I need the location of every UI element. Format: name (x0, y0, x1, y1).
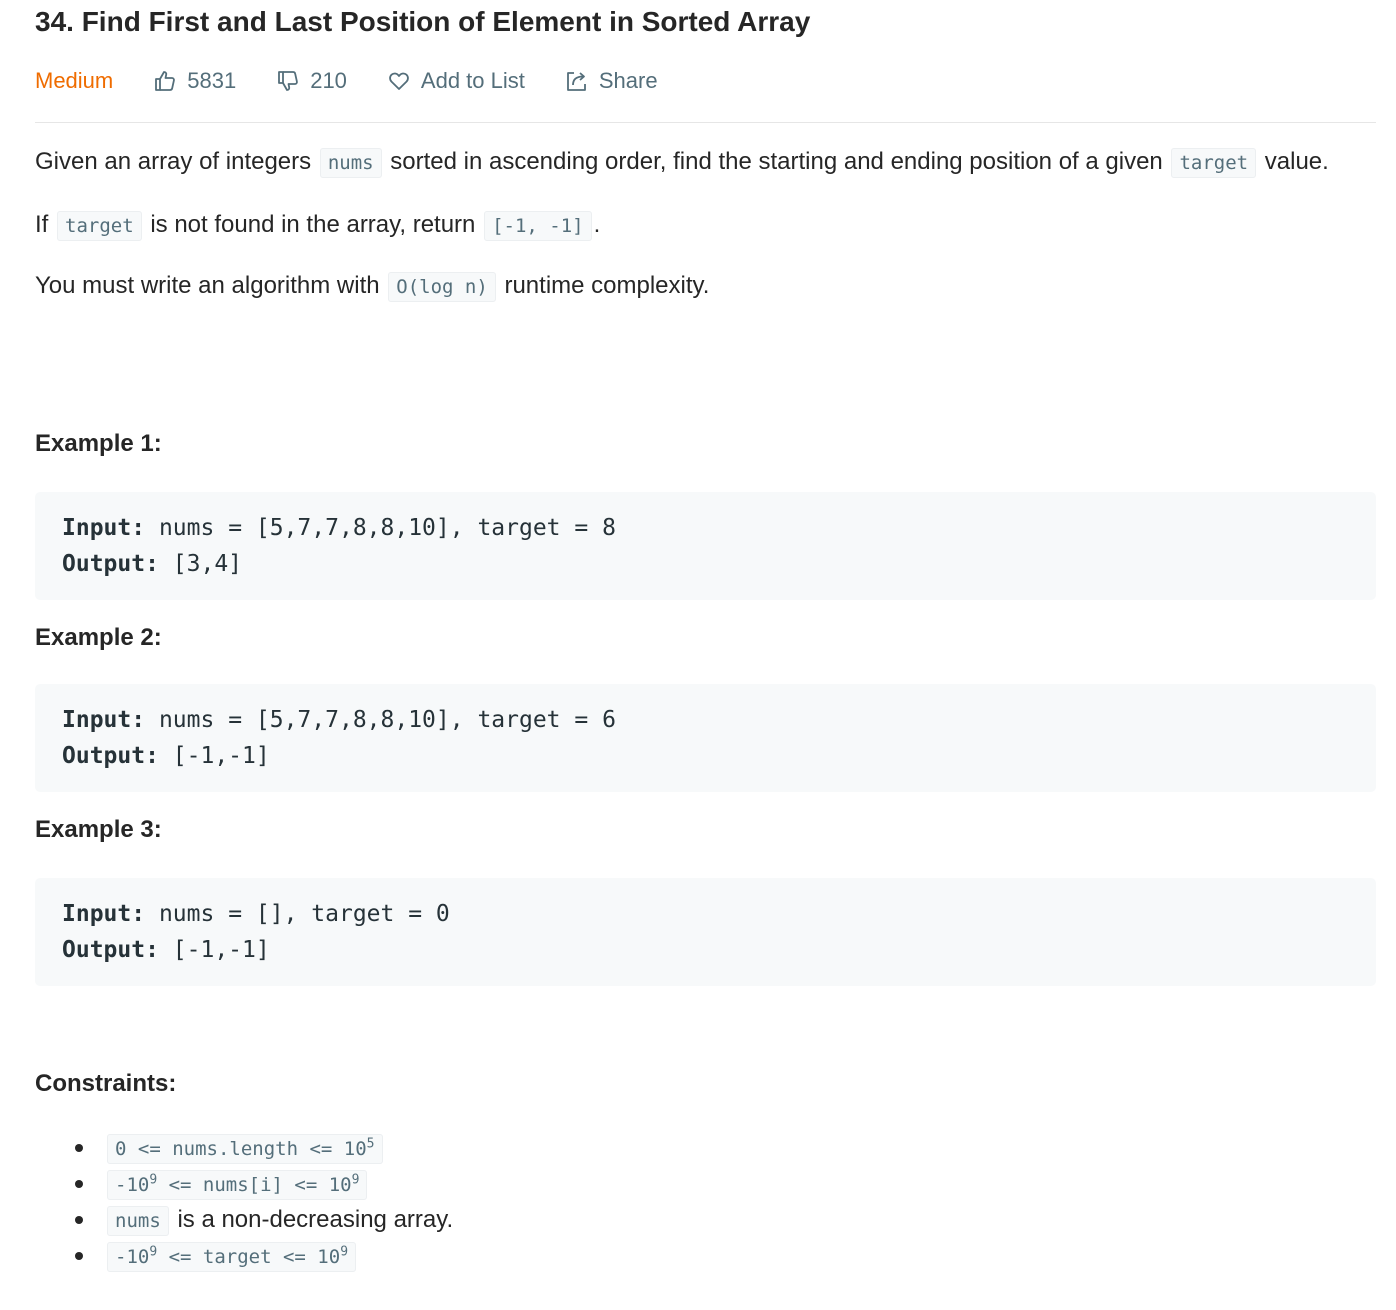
output-label: Output: (62, 743, 159, 769)
example-1-title: Example 1: (35, 430, 162, 457)
input-label: Input: (62, 707, 146, 733)
example-2-block: Input: nums = [5,7,7,8,8,10], target = 6… (35, 684, 1376, 792)
dislike-button[interactable]: 210 (276, 68, 347, 94)
add-to-list-button[interactable]: Add to List (387, 68, 525, 94)
output-label: Output: (62, 551, 159, 577)
inline-code-nums: nums (107, 1206, 169, 1236)
share-label: Share (598, 68, 658, 93)
input-label: Input: (62, 515, 146, 541)
constraints-title: Constraints: (35, 1070, 177, 1097)
inline-code-target: target (1171, 148, 1257, 178)
inline-code-target: target (57, 211, 142, 241)
example-1-block: Input: nums = [5,7,7,8,8,10], target = 8… (35, 492, 1376, 600)
inline-code-nums: nums (319, 148, 382, 178)
bullet (75, 1180, 83, 1188)
example-3-block: Input: nums = [], target = 0 Output: [-1… (35, 878, 1376, 986)
text: If (35, 211, 49, 238)
likes-count: 5831 (187, 68, 237, 93)
example-output: [-1,-1] (172, 937, 270, 963)
text: is not found in the array, return (150, 211, 476, 238)
thumbs-up-icon (155, 71, 176, 91)
constraint-item: -109 <= nums[i] <= 109 (35, 1166, 453, 1202)
share-button[interactable]: Share (565, 68, 658, 94)
description-paragraph-1: Given an array of integers nums sorted i… (35, 144, 1335, 181)
header-divider (35, 122, 1376, 123)
constraint-code: 0 <= nums.length <= 105 (107, 1134, 383, 1164)
dislikes-count: 210 (310, 68, 347, 93)
difficulty-label: Medium (35, 68, 114, 93)
problem-title: 34. Find First and Last Position of Elem… (35, 6, 811, 37)
text: value. (1264, 148, 1329, 175)
bullet (75, 1144, 83, 1152)
bullet (75, 1252, 83, 1260)
example-input: nums = [5,7,7,8,8,10], target = 6 (158, 707, 616, 733)
problem-meta-bar: Medium 5831 210 Add to List Share (35, 64, 698, 98)
problem-description: Given an array of integers nums sorted i… (35, 144, 1376, 305)
like-button[interactable]: 5831 (153, 68, 236, 94)
description-paragraph-3: You must write an algorithm with O(log n… (35, 268, 1376, 305)
thumbs-down-icon (278, 71, 299, 91)
constraint-code: -109 <= nums[i] <= 109 (107, 1170, 368, 1200)
example-output: [-1,-1] (172, 743, 270, 769)
heart-icon (389, 72, 409, 90)
constraint-code: -109 <= target <= 109 (107, 1242, 357, 1272)
example-input: nums = [], target = 0 (158, 901, 450, 927)
example-input: nums = [5,7,7,8,8,10], target = 8 (158, 515, 616, 541)
description-paragraph-2: If target is not found in the array, ret… (35, 207, 1376, 244)
inline-code-complexity: O(log n) (388, 272, 496, 302)
example-2-title: Example 2: (35, 624, 162, 651)
constraint-item: nums is a non-decreasing array. (35, 1202, 453, 1238)
text: You must write an algorithm with (35, 272, 380, 299)
add-to-list-label: Add to List (420, 68, 525, 93)
text: . (593, 211, 601, 238)
text: Given an array of integers (35, 148, 312, 175)
constraint-text: is a non-decreasing array. (177, 1206, 454, 1233)
share-icon (566, 72, 586, 91)
input-label: Input: (62, 901, 146, 927)
inline-code-return-value: [-1, -1] (484, 211, 592, 241)
constraint-item: -109 <= target <= 109 (35, 1238, 453, 1274)
text: runtime complexity. (504, 272, 710, 299)
output-label: Output: (62, 937, 159, 963)
constraints-list: 0 <= nums.length <= 105 -109 <= nums[i] … (35, 1130, 453, 1274)
bullet (75, 1216, 83, 1224)
constraint-item: 0 <= nums.length <= 105 (35, 1130, 453, 1166)
example-output: [3,4] (172, 551, 243, 577)
example-3-title: Example 3: (35, 816, 162, 843)
text: sorted in ascending order, find the star… (390, 148, 1163, 175)
